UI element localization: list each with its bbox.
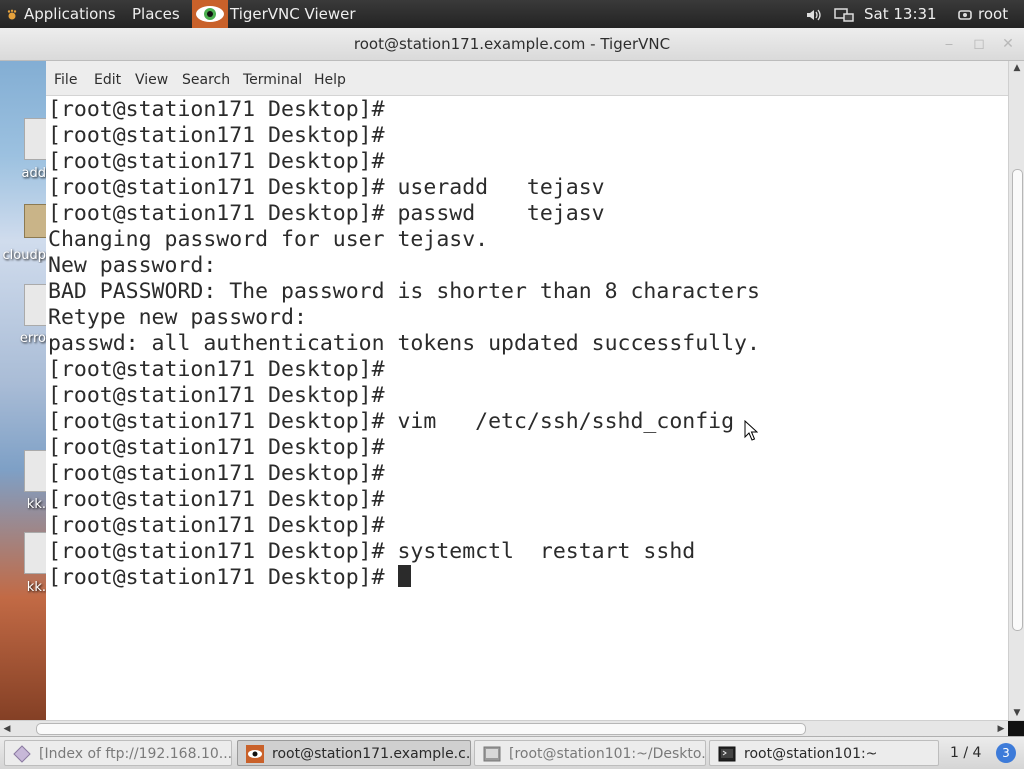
- vertical-scrollbar[interactable]: ▲ ▼: [1008, 61, 1024, 720]
- bottom-taskbar: [Index of ftp://192.168.10.... root@stat…: [0, 736, 1024, 769]
- mouse-pointer-icon: [744, 420, 758, 441]
- desktop-folder-icon[interactable]: [24, 204, 48, 238]
- places-label: Places: [132, 5, 180, 23]
- desktop-file-icon[interactable]: [24, 284, 48, 326]
- desktop-background: add cloudp erro kk. kk.: [0, 28, 48, 740]
- terminal-line: [root@station171 Desktop]# systemctl res…: [48, 539, 696, 564]
- user-icon: [958, 9, 972, 20]
- terminal-line: passwd: all authentication tokens update…: [48, 331, 760, 356]
- menu-help[interactable]: Help: [314, 61, 346, 99]
- terminal-line: [root@station171 Desktop]# useradd tejas…: [48, 175, 605, 200]
- terminal-line: [root@station171 Desktop]#: [48, 513, 385, 538]
- maximize-icon[interactable]: ◻: [968, 34, 990, 54]
- scroll-up-icon[interactable]: ▲: [1009, 61, 1024, 75]
- gnome-foot-icon: [7, 9, 17, 19]
- menu-file[interactable]: File: [54, 61, 77, 99]
- terminal-line: [root@station171 Desktop]#: [48, 149, 385, 174]
- clock[interactable]: Sat 13:31: [864, 0, 937, 28]
- terminal-line: [root@station171 Desktop]# passwd tejasv: [48, 201, 605, 226]
- menu-search[interactable]: Search: [182, 61, 230, 99]
- desktop-file-icon[interactable]: [24, 450, 48, 492]
- desktop-file-icon[interactable]: [24, 118, 48, 160]
- scroll-right-icon[interactable]: ▶: [994, 721, 1008, 737]
- task-label: [Index of ftp://192.168.10....: [39, 746, 232, 762]
- terminal-icon: [718, 746, 736, 762]
- applications-label: Applications: [24, 5, 116, 23]
- ftp-browser-icon: [13, 745, 31, 763]
- tigervnc-app-menu[interactable]: TigerVNC Viewer: [192, 0, 356, 28]
- user-label: root: [978, 5, 1009, 23]
- scrollbar-corner: [1008, 721, 1024, 737]
- terminal-prompt: [root@station171 Desktop]#: [48, 565, 398, 590]
- terminal-menubar: File Edit View Search Terminal Help: [46, 61, 1008, 96]
- terminal-line: [root@station171 Desktop]#: [48, 435, 385, 460]
- terminal-line: [root@station171 Desktop]#: [48, 383, 385, 408]
- task-terminal-101-desktop[interactable]: [root@station101:~/Deskto...: [474, 740, 706, 766]
- network-icon[interactable]: [834, 0, 854, 28]
- vnc-window-titlebar[interactable]: root@station171.example.com - TigerVNC ⎯…: [0, 28, 1024, 61]
- task-ftp-browser[interactable]: [Index of ftp://192.168.10....: [4, 740, 232, 766]
- desktop-icon-label: cloudp: [2, 248, 46, 263]
- places-menu[interactable]: Places: [132, 0, 180, 28]
- terminal-icon: [483, 746, 501, 762]
- terminal-line: [root@station171 Desktop]#: [48, 123, 385, 148]
- menu-terminal[interactable]: Terminal: [243, 61, 302, 99]
- volume-icon[interactable]: [806, 0, 822, 28]
- desktop-icon-label: erro: [19, 331, 46, 346]
- menu-edit[interactable]: Edit: [94, 61, 121, 99]
- desktop-icon-label: add: [21, 166, 46, 181]
- task-label: root@station171.example.c...: [272, 746, 471, 762]
- applications-menu[interactable]: Applications: [6, 0, 116, 28]
- app-label: TigerVNC Viewer: [230, 5, 356, 23]
- terminal-line: BAD PASSWORD: The password is shorter th…: [48, 279, 760, 304]
- workspace-indicator[interactable]: 1 / 4: [950, 737, 981, 769]
- vertical-scroll-thumb[interactable]: [1012, 169, 1023, 631]
- horizontal-scrollbar[interactable]: ◀ ▶: [0, 720, 1024, 737]
- task-tigervnc[interactable]: root@station171.example.c...: [237, 740, 471, 766]
- scroll-left-icon[interactable]: ◀: [0, 721, 14, 737]
- terminal-line: [root@station171 Desktop]#: [48, 97, 385, 122]
- tigervnc-icon: [192, 0, 228, 28]
- close-icon[interactable]: ✕: [997, 34, 1019, 54]
- task-terminal-101[interactable]: root@station101:~: [709, 740, 939, 766]
- terminal-line: [root@station171 Desktop]#: [48, 357, 385, 382]
- task-label: [root@station101:~/Deskto...: [509, 746, 706, 762]
- terminal-line: Changing password for user tejasv.: [48, 227, 489, 252]
- terminal-line: [root@station171 Desktop]#: [48, 487, 385, 512]
- minimize-icon[interactable]: ⎯: [938, 34, 960, 54]
- terminal-prompt-line[interactable]: [root@station171 Desktop]#: [48, 565, 1006, 591]
- terminal-line: New password:: [48, 253, 217, 278]
- desktop-icon-label: kk.: [26, 580, 46, 595]
- top-panel: Applications Places TigerVNC Viewer Sat …: [0, 0, 1024, 28]
- scroll-down-icon[interactable]: ▼: [1009, 706, 1024, 720]
- tigervnc-icon: [246, 745, 264, 763]
- user-menu[interactable]: root: [958, 0, 1008, 28]
- menu-view[interactable]: View: [135, 61, 168, 99]
- desktop-file-icon[interactable]: [24, 532, 48, 574]
- terminal-line: [root@station171 Desktop]#: [48, 461, 385, 486]
- horizontal-scroll-thumb[interactable]: [36, 723, 806, 735]
- task-label: root@station101:~: [744, 746, 878, 762]
- terminal-line: [root@station171 Desktop]# vim /etc/ssh/…: [48, 409, 735, 434]
- text-cursor: [397, 565, 411, 587]
- terminal-line: Retype new password:: [48, 305, 307, 330]
- notification-badge[interactable]: 3: [996, 743, 1016, 763]
- desktop-icon-label: kk.: [26, 497, 46, 512]
- terminal-output[interactable]: [root@station171 Desktop]# [root@station…: [48, 95, 1006, 717]
- window-title: root@station171.example.com - TigerVNC: [353, 35, 671, 53]
- terminal-window: File Edit View Search Terminal Help [roo…: [46, 61, 1008, 720]
